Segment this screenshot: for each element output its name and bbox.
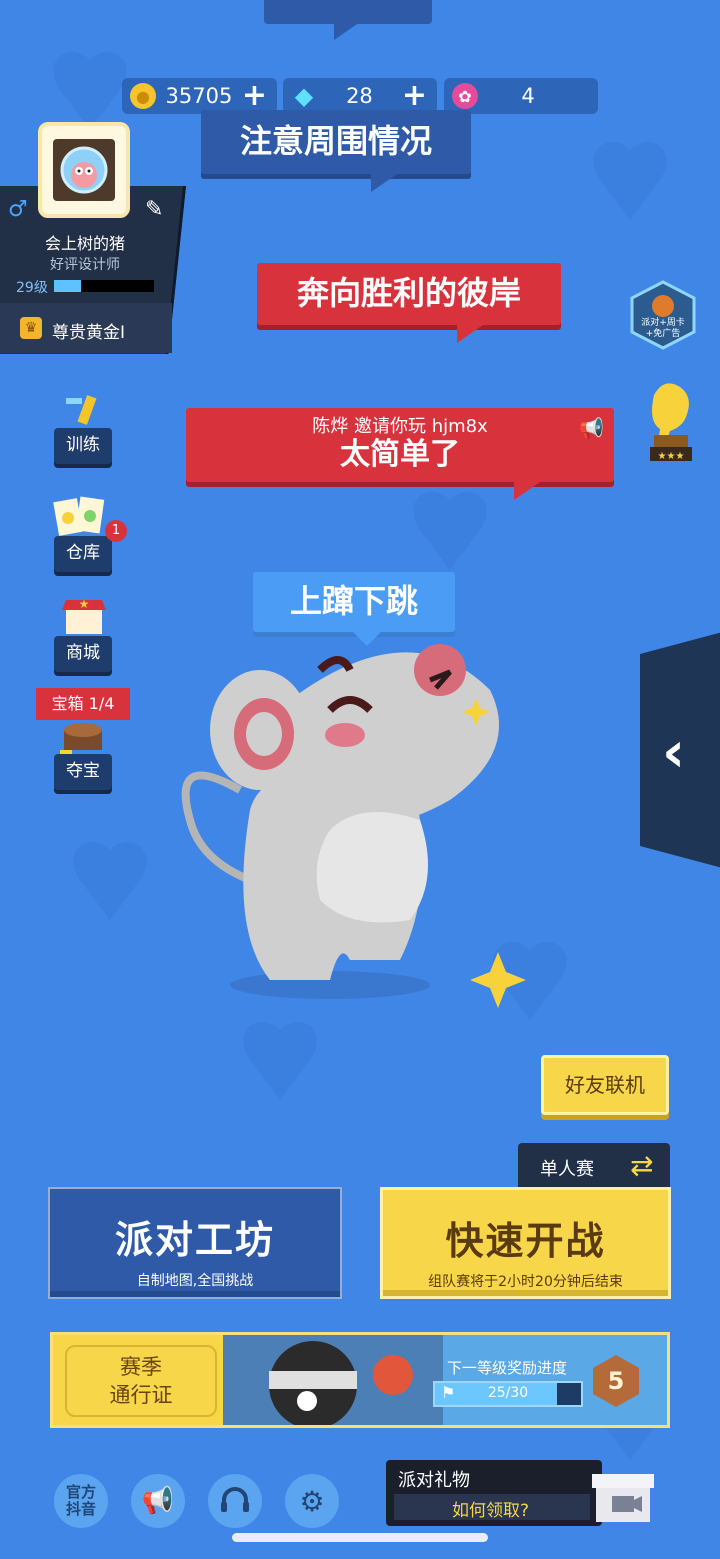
mode-label: 单人赛 — [540, 1159, 594, 1180]
warehouse-cards-icon — [52, 496, 108, 540]
headset-icon — [221, 1487, 249, 1512]
token-counter[interactable]: ✿ 4 — [444, 78, 598, 114]
pass-progress-bar: 25/30 ⚑ — [433, 1381, 583, 1407]
victory-text: 奔向胜利的彼岸 — [296, 274, 521, 312]
level-progress-fill — [54, 280, 81, 292]
action-text: 上蹿下跳 — [289, 582, 418, 620]
party-workshop-button[interactable]: 派对工坊 自制地图,全国挑战 — [48, 1187, 342, 1299]
mouse-character — [181, 644, 526, 1008]
shop-button[interactable]: 商城 — [54, 636, 112, 672]
pass-level-badge: 5 — [593, 1355, 639, 1407]
week-card-promo[interactable]: 派对+周卡 +免广告 — [630, 280, 696, 350]
pass-label-line-2: 通行证 — [109, 1383, 173, 1407]
top-bubble — [264, 0, 432, 40]
player-title: 好评设计师 — [50, 257, 120, 273]
add-gems-button[interactable]: + — [402, 81, 427, 111]
gear-icon: ⚙ — [299, 1484, 325, 1518]
invite-line: 陈烨 邀请你玩 hjm8x — [312, 416, 488, 437]
gift-box-video-icon[interactable] — [590, 1462, 656, 1526]
megaphone-icon: 📢 — [141, 1486, 175, 1516]
quick-start-subtitle: 组队赛将于2小时20分钟后结束 — [428, 1274, 623, 1290]
coin-icon: ● — [130, 83, 156, 109]
announcement-button[interactable]: 📢 — [131, 1474, 185, 1528]
notice-bubble: 注意周围情况 — [201, 110, 471, 192]
gem-counter[interactable]: ◆ 28 + — [283, 78, 437, 114]
workshop-title: 派对工坊 — [114, 1218, 275, 1262]
promo-line-1: 派对+周卡 — [641, 318, 685, 328]
add-coins-button[interactable]: + — [242, 81, 267, 111]
invite-bubble[interactable]: 陈烨 邀请你玩 hjm8x 太简单了 📢 — [186, 408, 614, 500]
training-button[interactable]: 训练 — [54, 428, 112, 464]
quick-start-title: 快速开战 — [445, 1219, 606, 1263]
golden-trophy-icon: ★★★ — [650, 383, 692, 462]
coin-value: 35705 — [165, 84, 233, 108]
action-bubble: 上蹿下跳 — [253, 572, 455, 646]
notice-text: 注意周围情况 — [239, 122, 432, 160]
pass-progress-text: 25/30 — [487, 1385, 529, 1401]
game-lobby-screen: { "currency": { "coins": "35705", "gems"… — [0, 0, 720, 1559]
coin-counter[interactable]: ● 35705 + — [122, 78, 277, 114]
official-line-1: 官方 — [65, 1483, 96, 1501]
player-name: 会上树的猪 — [44, 234, 125, 253]
switch-icon[interactable]: ⇄ — [630, 1149, 653, 1182]
support-button[interactable] — [208, 1474, 262, 1528]
promo-line-2: +免广告 — [645, 329, 681, 339]
gift-title: 派对礼物 — [398, 1470, 470, 1491]
shop-stall-icon: ★ — [58, 596, 114, 640]
svg-text:★★★: ★★★ — [658, 451, 685, 462]
gift-subtitle: 如何领取? — [452, 1501, 530, 1521]
pass-label-line-1: 赛季 — [120, 1355, 162, 1379]
warehouse-button[interactable]: 仓库 — [54, 536, 112, 572]
flag-icon: ⚑ — [441, 1383, 456, 1402]
warehouse-badge: 1 — [105, 520, 127, 542]
victory-bubble: 奔向胜利的彼岸 — [257, 263, 561, 343]
gem-value: 28 — [346, 84, 373, 108]
skull-robot-character-icon — [223, 1335, 443, 1425]
edit-icon[interactable]: ✎ — [145, 197, 163, 222]
token-value: 4 — [521, 84, 535, 108]
treasure-chest-icon — [58, 720, 114, 754]
crown-icon: ♛ — [20, 317, 42, 339]
svg-text:★: ★ — [79, 597, 90, 611]
treasure-button[interactable]: 夺宝 — [54, 754, 112, 790]
rank-label: 尊贵黄金I — [52, 323, 126, 343]
lotus-icon: ✿ — [452, 83, 478, 109]
workshop-subtitle: 自制地图,全国挑战 — [136, 1273, 254, 1289]
friends-online-button[interactable]: 好友联机 — [541, 1055, 669, 1115]
pass-label: 赛季 通行证 — [65, 1345, 217, 1417]
quick-start-button[interactable]: 快速开战 组队赛将于2小时20分钟后结束 — [380, 1187, 671, 1299]
chevron-left-icon[interactable]: ‹ — [662, 718, 685, 788]
pass-progress-label: 下一等级奖励进度 — [447, 1359, 568, 1377]
treasure-tag: 宝箱 1/4 — [36, 688, 130, 720]
settings-button[interactable]: ⚙ — [285, 1474, 339, 1528]
diamond-icon: ◆ — [294, 82, 314, 110]
starfish-avatar-icon — [60, 146, 108, 194]
trophy-button[interactable]: ★★★ — [640, 375, 700, 465]
invite-message: 太简单了 — [340, 437, 460, 472]
party-gift-button[interactable]: 派对礼物 如何领取? — [386, 1460, 602, 1526]
season-pass-banner[interactable]: 赛季 通行证 下一等级奖励进度 25/30 ⚑ 5 — [50, 1332, 670, 1428]
player-level: 29级 — [16, 280, 48, 296]
training-icon — [56, 388, 112, 432]
level-progress-bar — [54, 280, 154, 292]
mode-selector[interactable]: 单人赛 ⇄ — [518, 1143, 670, 1189]
megaphone-icon: 📢 — [579, 416, 604, 440]
home-indicator — [232, 1533, 488, 1542]
male-icon: ♂ — [8, 197, 28, 222]
avatar[interactable] — [38, 122, 130, 218]
official-douyin-button[interactable]: 官方 抖音 — [54, 1474, 108, 1528]
official-line-2: 抖音 — [65, 1500, 96, 1518]
